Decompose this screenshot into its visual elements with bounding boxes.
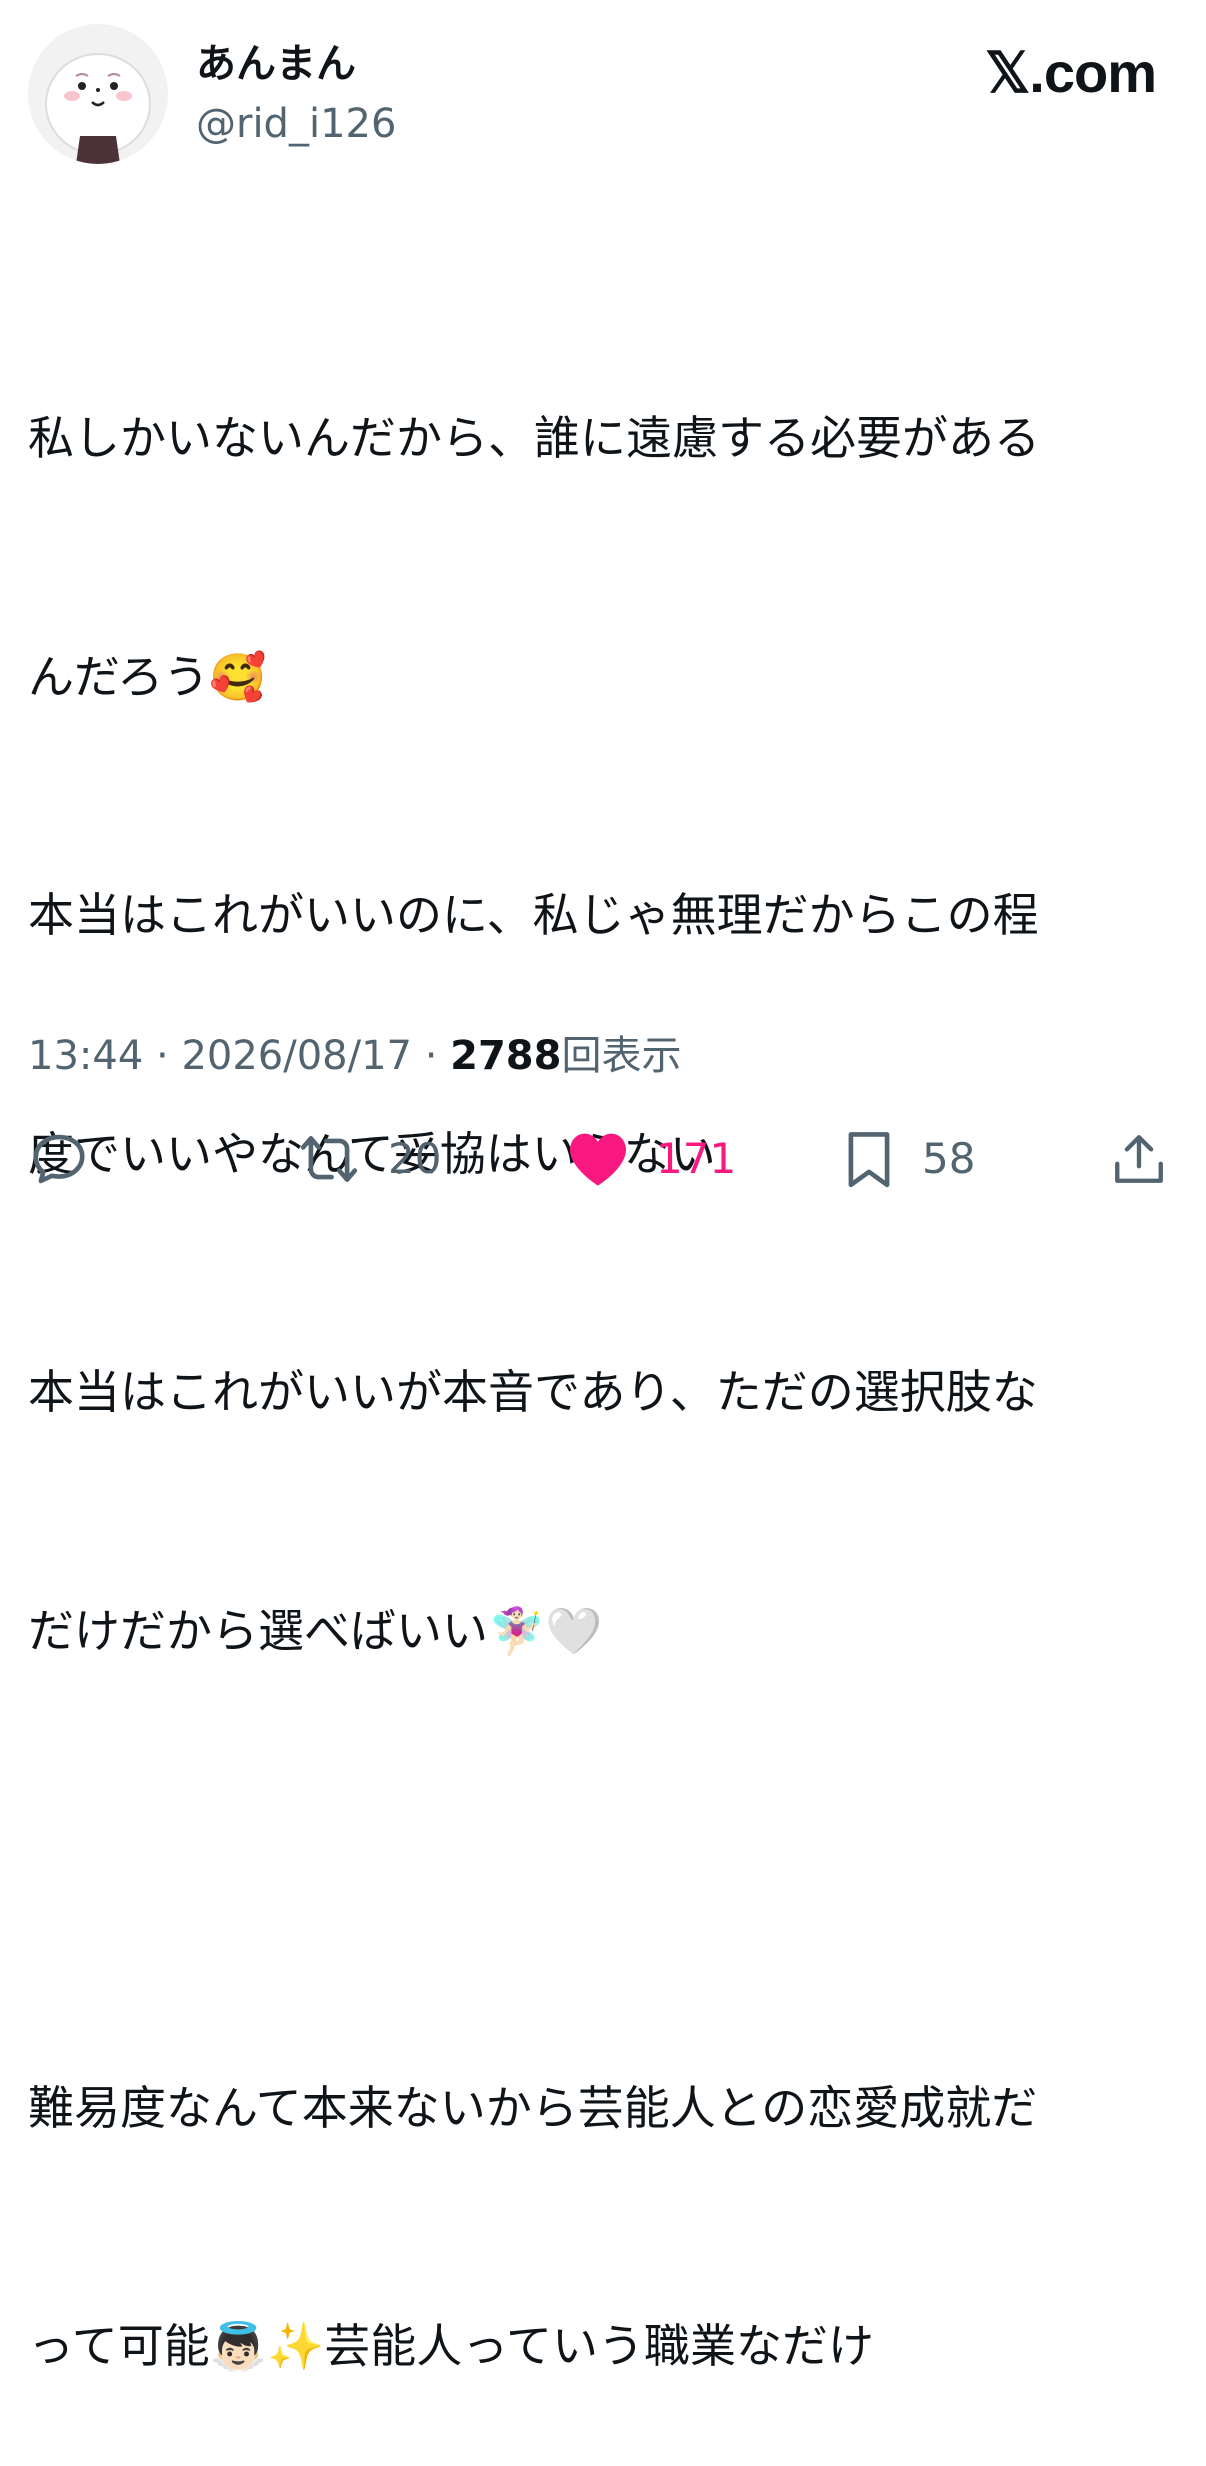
retweet-icon (300, 1136, 358, 1182)
tweet-line: って可能👼🏻✨芸能人っていう職業なだけ (28, 2319, 874, 2373)
views-label: 回表示 (561, 1033, 682, 1079)
tweet-line (28, 1830, 1178, 1910)
share-button[interactable] (1110, 1124, 1168, 1194)
meta-separator: · (411, 1033, 451, 1079)
heart-icon (570, 1133, 626, 1186)
user-handle[interactable]: @rid_i126 (196, 98, 396, 150)
avatar-character-image (28, 24, 168, 164)
like-count: 171 (656, 1134, 737, 1183)
tweet-line: 本当はこれがいいのに、私じゃ無理だからこの程 (28, 888, 1039, 942)
action-bar: 20 171 58 (0, 1124, 1206, 1194)
bookmark-button[interactable]: 58 (842, 1124, 975, 1194)
x-logo: 𝕏.com (985, 41, 1157, 104)
avatar[interactable] (28, 24, 168, 164)
retweet-button[interactable]: 20 (296, 1124, 441, 1194)
tweet-line: 本当はこれがいいが本音であり、ただの選択肢な (28, 1365, 1038, 1419)
tweet-line: んだろう🥰 (28, 649, 267, 704)
tweet-line: 難易度なんて本来ないから芸能人との恋愛成就だ (28, 2080, 1038, 2135)
tweet-meta: 13:44 · 2026/08/17 · 2788回表示 (28, 1030, 681, 1082)
tweet-line: だけだから選べばいい🧚🏻‍♀️🤍 (28, 1603, 603, 1658)
tweet-line: 私しかいないんだから、誰に遠慮する必要がある (28, 411, 1040, 465)
views-count: 2788 (450, 1033, 562, 1079)
bookmark-icon (848, 1132, 890, 1188)
like-button[interactable]: 171 (566, 1124, 736, 1194)
tweet-text: 私しかいないんだから、誰に遠慮する必要がある んだろう🥰 本当はこれがいいのに、… (28, 240, 1178, 2466)
reply-button[interactable] (28, 1124, 90, 1194)
display-name[interactable]: あんまん (196, 38, 356, 90)
tweet-time[interactable]: 13:44 (28, 1033, 143, 1079)
tweet-date[interactable]: 2026/08/17 (181, 1033, 412, 1079)
bookmark-count: 58 (922, 1134, 976, 1183)
reply-icon (33, 1134, 85, 1184)
retweet-count: 20 (388, 1134, 442, 1183)
meta-separator: · (143, 1033, 182, 1079)
share-icon (1115, 1135, 1163, 1183)
